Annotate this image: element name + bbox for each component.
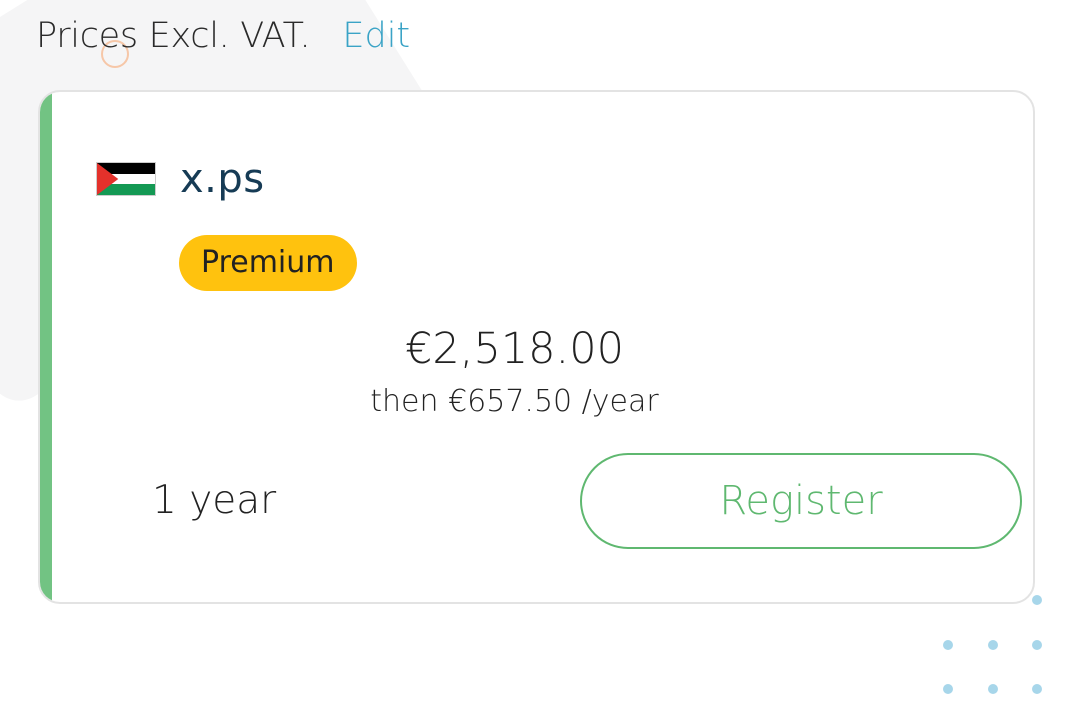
edit-link[interactable]: Edit <box>342 14 410 58</box>
palestine-flag-icon <box>96 162 156 196</box>
price-setting-bar: Prices Excl. VAT. Edit <box>36 14 410 58</box>
decor-dot <box>1032 595 1042 605</box>
domain-card: x.ps Premium €2,518.00 then €657.50 /yea… <box>38 90 1035 604</box>
prices-vat-label: Prices Excl. VAT. <box>36 16 311 56</box>
registration-period[interactable]: 1 year <box>152 478 276 523</box>
decor-dot <box>943 684 953 694</box>
domain-name: x.ps <box>180 156 265 202</box>
renewal-price: then €657.50 /year <box>370 384 659 419</box>
decor-dot <box>1032 684 1042 694</box>
domain-row: x.ps <box>96 156 265 202</box>
price-amount: €2,518.00 <box>405 324 624 374</box>
register-button[interactable]: Register <box>580 453 1022 549</box>
decor-dot <box>1032 640 1042 650</box>
premium-badge: Premium <box>179 235 357 291</box>
decor-dot <box>988 640 998 650</box>
decor-dot <box>943 640 953 650</box>
decor-dot <box>988 684 998 694</box>
